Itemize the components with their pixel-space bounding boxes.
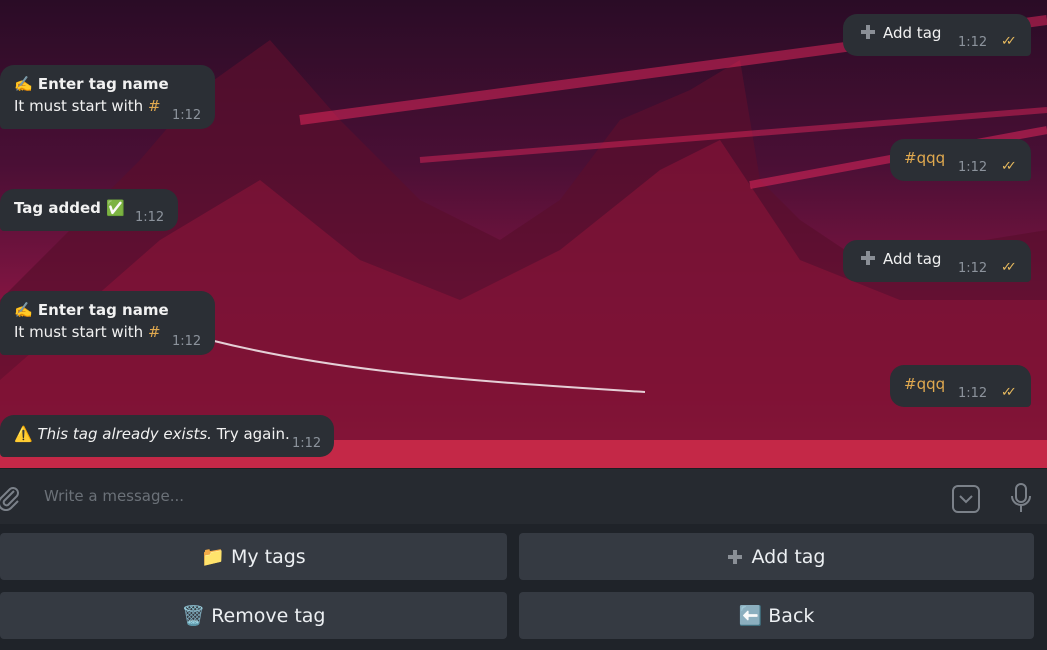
plus-icon (861, 251, 875, 265)
message-time: 1:12 (135, 210, 165, 225)
button-label: 🗑️ Remove tag (181, 605, 326, 627)
read-checkmarks-icon: ✓✓ (1001, 34, 1017, 49)
message-title: ✍️ Enter tag name (14, 301, 169, 319)
message-add-tag-2: Add tag 1:12 ✓✓ (843, 240, 1031, 282)
message-input[interactable]: Write a message... (44, 487, 184, 505)
microphone-icon[interactable] (1009, 482, 1033, 514)
message-qqq-2: #qqq 1:12 ✓✓ (890, 365, 1031, 407)
message-time: 1:12 (958, 261, 988, 276)
remove-tag-button[interactable]: 🗑️ Remove tag (0, 592, 507, 639)
message-text: #qqq (904, 375, 946, 393)
message-text: #qqq (904, 149, 946, 167)
plus-icon (727, 549, 742, 564)
button-label: Add tag (751, 545, 826, 568)
my-tags-button[interactable]: 📁 My tags (0, 533, 507, 580)
add-tag-button[interactable]: Add tag (519, 533, 1034, 580)
message-time: 1:12 (958, 386, 988, 401)
message-text: It must start with (14, 97, 148, 115)
message-time: 1:12 (958, 35, 988, 50)
warning-icon: ⚠️ (14, 425, 33, 443)
read-checkmarks-icon: ✓✓ (1001, 260, 1017, 275)
message-title: ✍️ Enter tag name (14, 75, 169, 93)
read-checkmarks-icon: ✓✓ (1001, 385, 1017, 400)
hash-symbol: # (147, 97, 161, 115)
message-text: Try again. (211, 425, 290, 443)
message-text: Tag added ✅ (14, 199, 125, 217)
message-time: 1:12 (172, 108, 202, 123)
message-text: Add tag (883, 24, 942, 42)
message-time: 1:12 (172, 334, 202, 349)
message-text: Add tag (883, 250, 942, 268)
message-italic-text: This tag already exists. (37, 425, 212, 443)
message-composer: Write a message... (0, 468, 1047, 525)
read-checkmarks-icon: ✓✓ (1001, 159, 1017, 174)
hash-symbol: # (147, 323, 161, 341)
chat-area: ✍️ Enter tag name It must start with # 1… (0, 0, 1047, 468)
message-qqq-1: #qqq 1:12 ✓✓ (890, 139, 1031, 181)
attach-icon[interactable] (0, 485, 22, 511)
back-button[interactable]: ⬅️ Back (519, 592, 1034, 639)
message-tag-added: Tag added ✅ 1:12 (0, 189, 178, 231)
message-text: It must start with (14, 323, 148, 341)
emoji-icon[interactable] (951, 484, 981, 514)
button-label: ⬅️ Back (738, 605, 815, 627)
message-tag-exists: ⚠️ This tag already exists. Try again. 1… (0, 415, 334, 457)
message-add-tag-1: Add tag 1:12 ✓✓ (843, 14, 1031, 56)
message-enter-tag-1: ✍️ Enter tag name It must start with # 1… (0, 65, 215, 129)
message-time: 1:12 (292, 436, 322, 451)
message-time: 1:12 (958, 160, 988, 175)
message-enter-tag-2: ✍️ Enter tag name It must start with # 1… (0, 291, 215, 355)
button-label: 📁 My tags (201, 546, 306, 568)
bot-keyboard: 📁 My tags Add tag 🗑️ Remove tag ⬅️ Back (0, 524, 1047, 650)
plus-icon (861, 25, 875, 39)
